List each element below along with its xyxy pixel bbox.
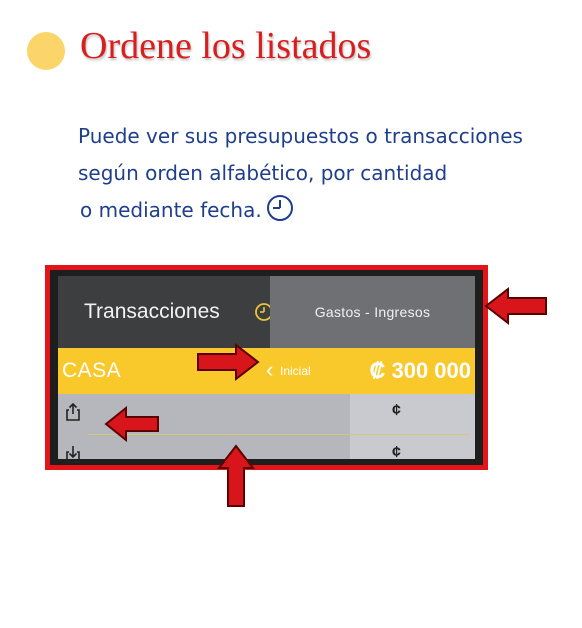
red-arrow-icon — [104, 406, 159, 442]
currency-symbol: ¢ — [392, 402, 401, 419]
budget-name: CASA — [62, 359, 122, 382]
tab-transacciones-label: Transacciones — [84, 300, 220, 323]
budget-bar[interactable]: CASA ‹ Inicial ₡ 300 000 — [58, 348, 475, 394]
tab-transacciones[interactable]: Transacciones — [58, 276, 270, 348]
back-chevron-icon[interactable]: ‹ — [266, 357, 273, 383]
red-arrow-icon — [216, 444, 256, 507]
red-arrow-icon — [197, 342, 260, 382]
list-left-column — [58, 394, 350, 459]
tab-gastos-ingresos[interactable]: Gastos - Ingresos — [270, 276, 475, 348]
circle-bullet-icon — [27, 32, 65, 70]
page-title: Ordene los listados — [80, 25, 372, 67]
top-tab-bar: Transacciones Gastos - Ingresos — [58, 276, 475, 348]
clock-icon — [266, 195, 293, 221]
currency-symbol: ¢ — [392, 444, 401, 461]
description-text: Puede ver sus presupuestos o transaccion… — [78, 118, 523, 229]
description-line-1: Puede ver sus presupuestos o transaccion… — [78, 124, 523, 148]
back-label[interactable]: Inicial — [280, 364, 311, 378]
budget-amount: ₡ 300 000 — [369, 358, 471, 383]
description-line-2: según orden alfabético, por cantidad — [78, 161, 448, 185]
share-out-icon[interactable] — [64, 402, 82, 422]
list-right-column — [350, 394, 475, 459]
description-line-3: o mediante fecha. — [78, 192, 523, 229]
share-in-icon[interactable] — [64, 444, 82, 464]
red-arrow-icon — [484, 286, 547, 326]
description-line-3-text: o mediante fecha. — [80, 198, 262, 222]
